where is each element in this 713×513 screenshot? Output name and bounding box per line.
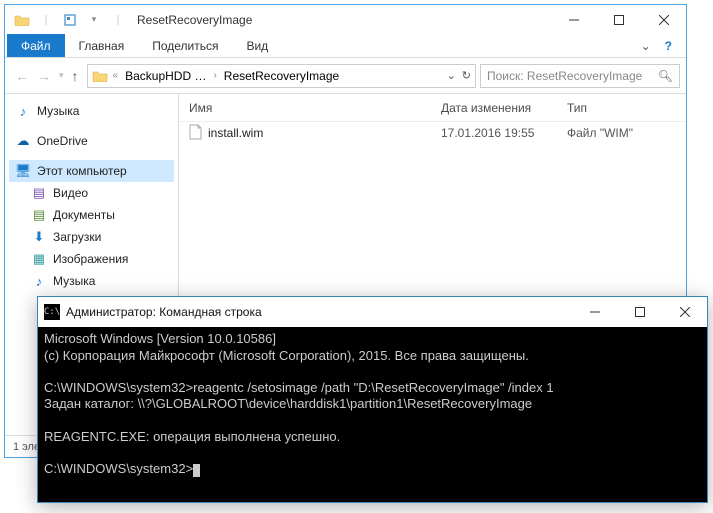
file-row[interactable]: install.wim 17.01.2016 19:55 Файл "WIM" bbox=[179, 122, 686, 144]
up-button[interactable]: ↑ bbox=[72, 68, 79, 84]
tab-home[interactable]: Главная bbox=[65, 34, 139, 57]
cmd-title: Администратор: Командная строка bbox=[66, 305, 572, 319]
breadcrumb-folder-icon bbox=[90, 69, 110, 82]
cursor bbox=[193, 464, 200, 477]
breadcrumb-dropdown-icon[interactable]: ⌄ bbox=[447, 69, 456, 82]
music-icon: ♪ bbox=[15, 103, 31, 119]
music-icon: ♪ bbox=[31, 273, 47, 289]
help-icon[interactable]: ? bbox=[665, 39, 672, 53]
tree-item-video[interactable]: ▤Видео bbox=[9, 182, 174, 204]
cmd-minimize-button[interactable] bbox=[572, 297, 617, 327]
chevron-right-icon[interactable]: « bbox=[110, 70, 122, 81]
video-icon: ▤ bbox=[31, 185, 47, 201]
history-dropdown-icon[interactable]: ▾ bbox=[59, 70, 64, 81]
minimize-button[interactable] bbox=[551, 5, 596, 34]
file-date: 17.01.2016 19:55 bbox=[431, 126, 557, 140]
folder-icon bbox=[11, 9, 33, 31]
ribbon-tabs: Файл Главная Поделиться Вид ⌄ ? bbox=[5, 34, 686, 58]
tree-item-music2[interactable]: ♪Музыка bbox=[9, 270, 174, 292]
search-icon: 🔍︎ bbox=[658, 69, 673, 83]
search-input[interactable]: Поиск: ResetRecoveryImage 🔍︎ bbox=[480, 64, 680, 88]
back-button[interactable]: ← bbox=[15, 68, 29, 84]
file-icon bbox=[189, 124, 202, 143]
column-headers: Имя Дата изменения Тип bbox=[179, 94, 686, 122]
column-name[interactable]: Имя bbox=[179, 101, 431, 115]
qat-dropdown-icon[interactable]: ▾ bbox=[83, 9, 105, 31]
explorer-titlebar: | ▾ | ResetRecoveryImage bbox=[5, 5, 686, 34]
close-button[interactable] bbox=[641, 5, 686, 34]
file-type: Файл "WIM" bbox=[557, 126, 686, 140]
breadcrumb[interactable]: « BackupHDD … › ResetRecoveryImage ⌄ ↻ bbox=[87, 64, 476, 88]
tab-view[interactable]: Вид bbox=[232, 34, 282, 57]
maximize-button[interactable] bbox=[596, 5, 641, 34]
images-icon: ▦ bbox=[31, 251, 47, 267]
forward-button[interactable]: → bbox=[37, 68, 51, 84]
column-date[interactable]: Дата изменения bbox=[431, 101, 557, 115]
pc-icon: 🖥 bbox=[15, 163, 31, 179]
tree-item-images[interactable]: ▦Изображения bbox=[9, 248, 174, 270]
tree-item-thispc[interactable]: 🖥Этот компьютер bbox=[9, 160, 174, 182]
cmd-output[interactable]: Microsoft Windows [Version 10.0.10586] (… bbox=[38, 327, 707, 481]
chevron-right-icon: › bbox=[210, 70, 219, 81]
onedrive-icon: ☁ bbox=[15, 133, 31, 149]
cmd-titlebar: C:\ Администратор: Командная строка bbox=[38, 297, 707, 327]
tree-item-documents[interactable]: ▤Документы bbox=[9, 204, 174, 226]
tab-share[interactable]: Поделиться bbox=[138, 34, 232, 57]
downloads-icon: ⬇ bbox=[31, 229, 47, 245]
column-type[interactable]: Тип bbox=[557, 101, 686, 115]
file-name: install.wim bbox=[208, 126, 263, 140]
tree-item-music[interactable]: ♪Музыка bbox=[9, 100, 174, 122]
refresh-icon[interactable]: ↻ bbox=[462, 69, 471, 82]
tree-item-onedrive[interactable]: ☁OneDrive bbox=[9, 130, 174, 152]
breadcrumb-seg-backuphdd[interactable]: BackupHDD … bbox=[121, 69, 210, 83]
qat-separator: | bbox=[35, 9, 57, 31]
documents-icon: ▤ bbox=[31, 207, 47, 223]
window-title: ResetRecoveryImage bbox=[129, 13, 551, 27]
cmd-icon: C:\ bbox=[44, 304, 60, 320]
command-prompt-window: C:\ Администратор: Командная строка Micr… bbox=[37, 296, 708, 503]
tree-item-downloads[interactable]: ⬇Загрузки bbox=[9, 226, 174, 248]
cmd-maximize-button[interactable] bbox=[617, 297, 662, 327]
ribbon-expand-icon[interactable]: ⌄ bbox=[641, 39, 651, 53]
search-placeholder: Поиск: ResetRecoveryImage bbox=[487, 69, 642, 83]
cmd-close-button[interactable] bbox=[662, 297, 707, 327]
breadcrumb-seg-resetrecovery[interactable]: ResetRecoveryImage bbox=[220, 69, 343, 83]
tab-file[interactable]: Файл bbox=[7, 34, 65, 57]
qat-properties-icon[interactable] bbox=[59, 9, 81, 31]
qat-separator: | bbox=[107, 9, 129, 31]
navigation-row: ← → ▾ ↑ « BackupHDD … › ResetRecoveryIma… bbox=[5, 58, 686, 94]
